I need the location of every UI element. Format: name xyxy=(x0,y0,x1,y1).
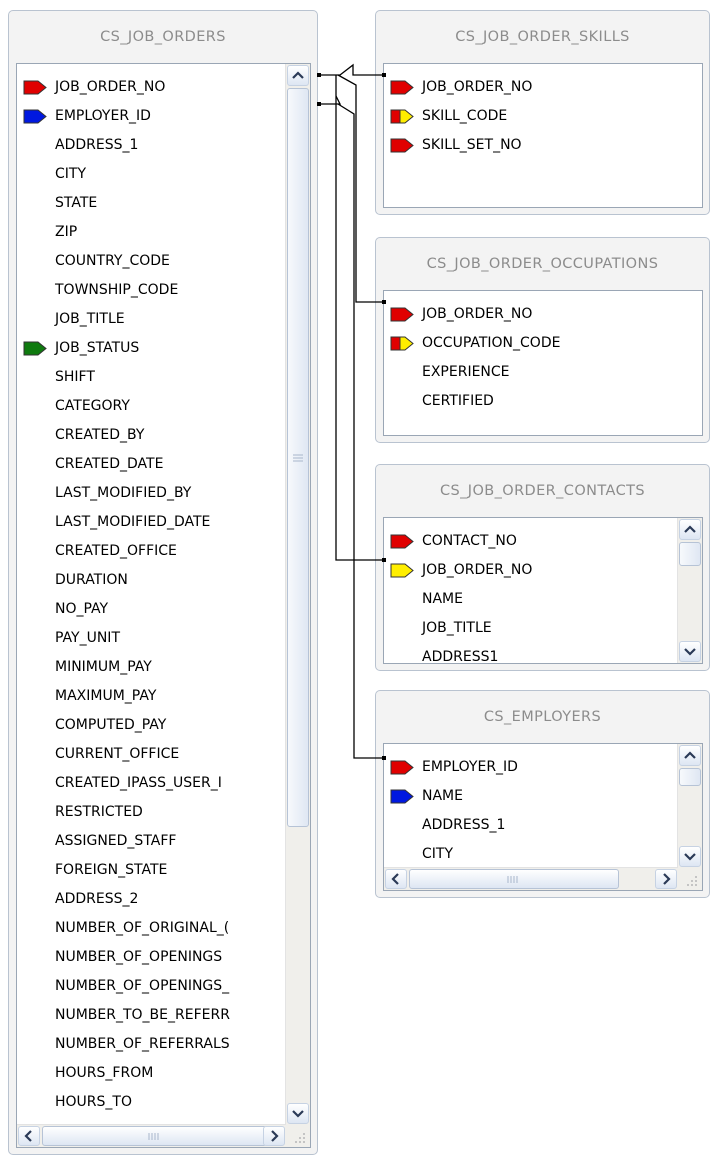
connector-endpoint xyxy=(382,558,386,562)
relationship-lines xyxy=(317,63,386,760)
connector-endpoint xyxy=(317,102,321,106)
connector-endpoint xyxy=(317,73,321,77)
connector-endpoint xyxy=(382,73,386,77)
relationship-line xyxy=(335,75,386,561)
connector-endpoint xyxy=(382,756,386,760)
connector-endpoint xyxy=(382,300,386,304)
relationship-line xyxy=(318,95,386,759)
relationship-line xyxy=(318,63,386,76)
